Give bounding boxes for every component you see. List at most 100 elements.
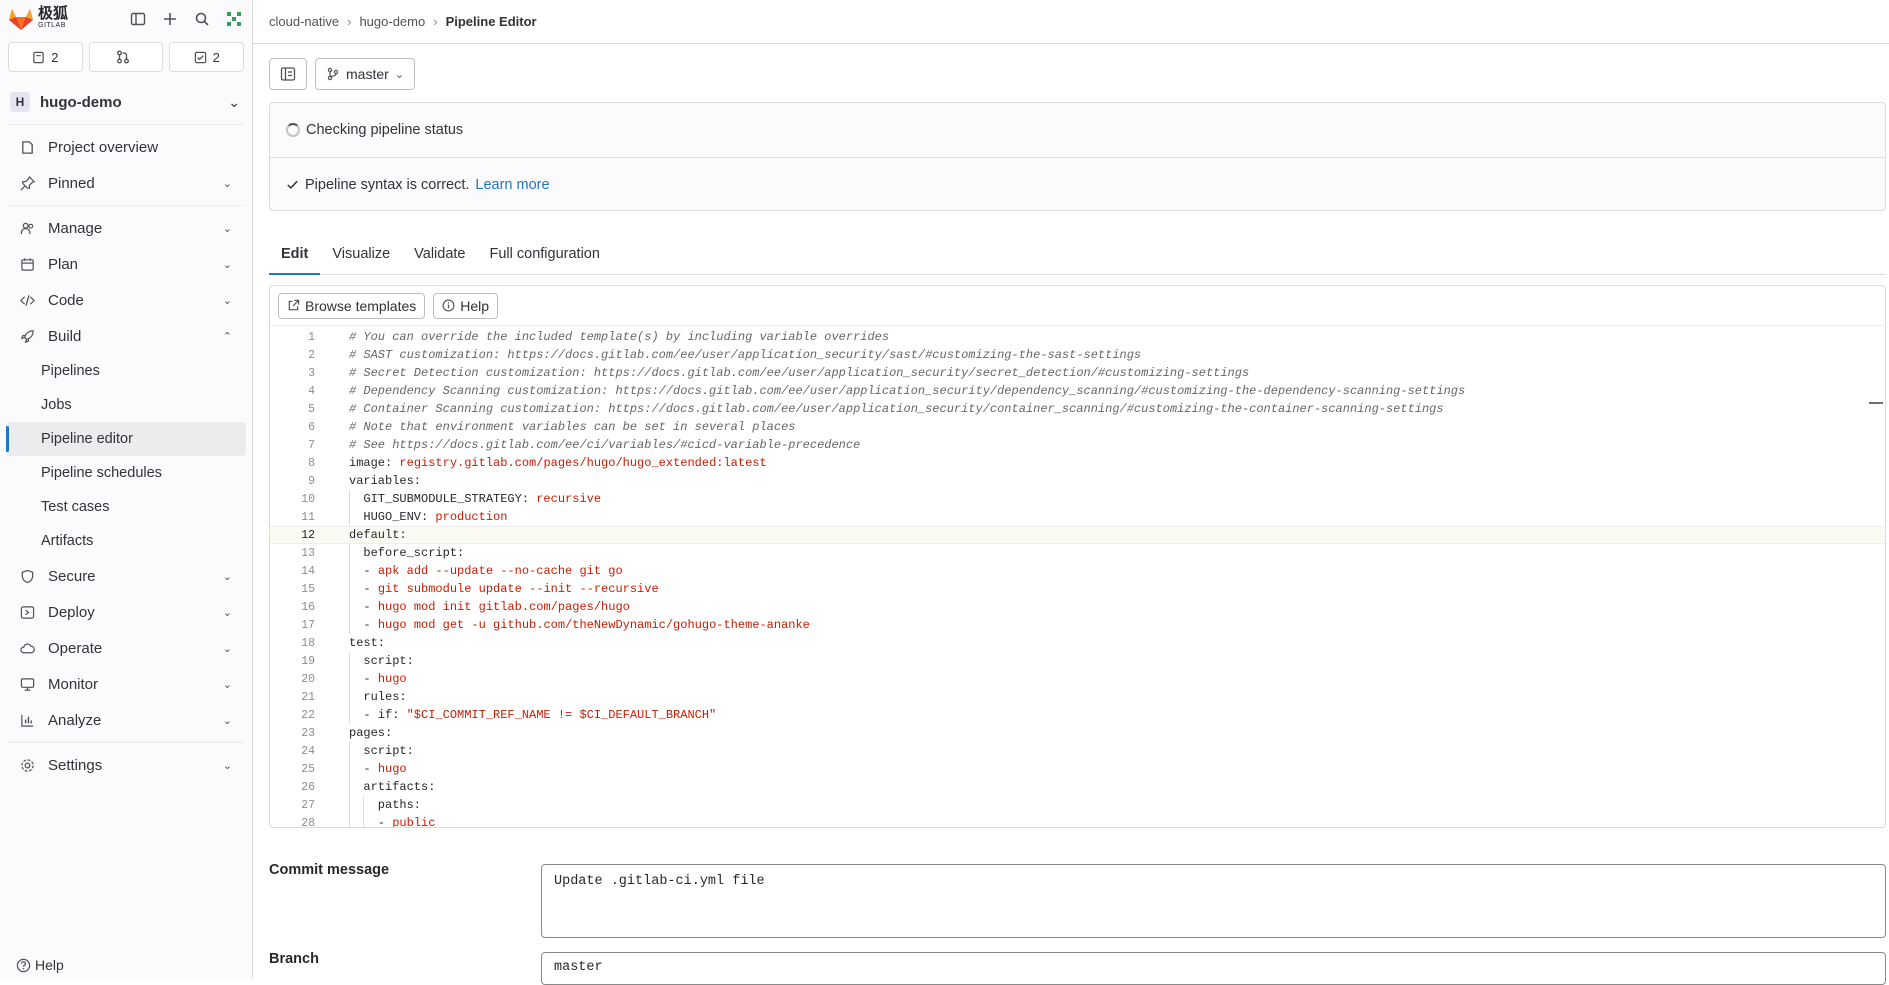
code-text: - hugo [349, 762, 407, 776]
code-line[interactable]: 19 script: [270, 652, 1885, 670]
tab-visualize[interactable]: Visualize [320, 233, 402, 275]
issues-counter[interactable]: 2 [8, 42, 83, 72]
breadcrumb-project[interactable]: hugo-demo [359, 14, 425, 29]
browse-templates-button[interactable]: Browse templates [278, 292, 426, 319]
code-line[interactable]: 22 - if: "$CI_COMMIT_REF_NAME != $CI_DEF… [270, 706, 1885, 724]
sidebar-item-manage[interactable]: Manage ⌄ [6, 210, 246, 246]
brand-logo[interactable]: 极狐 GITLAB [8, 6, 68, 31]
code-line[interactable]: 12 default: [270, 526, 1885, 544]
sidebar-item-analyze[interactable]: Analyze ⌄ [6, 702, 246, 738]
code-line[interactable]: 27 paths: [270, 796, 1885, 814]
project-avatar: H [10, 92, 30, 112]
line-number: 23 [301, 726, 315, 740]
commit-message-input[interactable]: Update .gitlab-ci.yml file [541, 864, 1886, 938]
code-line[interactable]: 28 - public [270, 814, 1885, 827]
sidebar-item-pinned[interactable]: Pinned ⌄ [6, 165, 246, 201]
sidebar-item-pipeline-schedules[interactable]: Pipeline schedules [6, 456, 246, 490]
project-switcher[interactable]: H hugo-demo ⌄ [0, 84, 252, 120]
line-number: 5 [308, 402, 315, 416]
learn-more-link[interactable]: Learn more [475, 177, 549, 193]
sidebar-item-code[interactable]: Code ⌄ [6, 282, 246, 318]
code-line[interactable]: 20 - hugo [270, 670, 1885, 688]
code-line[interactable]: 5 # Container Scanning customization: htt… [270, 400, 1885, 418]
code-line[interactable]: 18 test: [270, 634, 1885, 652]
chart-icon [18, 713, 36, 728]
line-number: 26 [301, 780, 315, 794]
line-number: 27 [301, 798, 315, 812]
sidebar-item-test-cases[interactable]: Test cases [6, 490, 246, 524]
file-tree-button[interactable] [269, 58, 307, 90]
code-line[interactable]: 15 - git submodule update --init --recur… [270, 580, 1885, 598]
code-text: paths: [349, 798, 422, 812]
code-line[interactable]: 2 # SAST customization: https://docs.gitl… [270, 346, 1885, 364]
line-number: 11 [301, 510, 315, 524]
sidebar-item-build[interactable]: Build ⌃ [6, 318, 246, 354]
chevron-down-icon: ⌄ [222, 222, 232, 235]
code-area[interactable]: 1 # You can override the included templat… [270, 328, 1885, 827]
indent-guide [349, 814, 350, 827]
code-line[interactable]: 26 artifacts: [270, 778, 1885, 796]
indent-guide [349, 562, 350, 580]
sidebar-item-project-overview[interactable]: Project overview [6, 129, 246, 165]
code-line[interactable]: 1 # You can override the included templat… [270, 328, 1885, 346]
code-line[interactable]: 7 # See https://docs.gitlab.com/ee/ci/var… [270, 436, 1885, 454]
branch-selector[interactable]: master ⌄ [315, 58, 416, 90]
line-number: 8 [308, 456, 315, 470]
breadcrumb: cloud-native › hugo-demo › Pipeline Edit… [253, 0, 1889, 44]
sidebar-item-plan[interactable]: Plan ⌄ [6, 246, 246, 282]
code-text: image: registry.gitlab.com/pages/hugo/hu… [349, 456, 767, 470]
scrollbar[interactable] [1869, 402, 1883, 404]
plus-icon[interactable] [160, 9, 180, 29]
chevron-down-icon: ⌄ [222, 258, 232, 271]
sidebar-item-operate[interactable]: Operate ⌄ [6, 630, 246, 666]
code-line[interactable]: 14 - apk add --update --no-cache git go [270, 562, 1885, 580]
sidebar-item-artifacts[interactable]: Artifacts [6, 524, 246, 558]
user-avatar-icon[interactable] [224, 9, 244, 29]
breadcrumb-group[interactable]: cloud-native [269, 14, 339, 29]
sidebar-item-secure[interactable]: Secure ⌄ [6, 558, 246, 594]
code-line[interactable]: 24 script: [270, 742, 1885, 760]
branch-input[interactable]: master [541, 952, 1886, 985]
code-line[interactable]: 23 pages: [270, 724, 1885, 742]
code-line[interactable]: 21 rules: [270, 688, 1885, 706]
main-content: cloud-native › hugo-demo › Pipeline Edit… [253, 0, 1889, 985]
file-tree-icon [280, 67, 296, 81]
tab-edit[interactable]: Edit [269, 233, 320, 275]
indent-guide [349, 742, 350, 760]
code-line[interactable]: 13 before_script: [270, 544, 1885, 562]
code-line[interactable]: 11 HUGO_ENV: production [270, 508, 1885, 526]
indent-guide [349, 580, 350, 598]
indent-guide [349, 796, 350, 814]
sidebar-item-pipeline-editor[interactable]: Pipeline editor [6, 422, 246, 456]
code-line[interactable]: 6 # Note that environment variables can b… [270, 418, 1885, 436]
code-line[interactable]: 25 - hugo [270, 760, 1885, 778]
code-line[interactable]: 9 variables: [270, 472, 1885, 490]
chevron-down-icon: ⌄ [222, 759, 232, 772]
help-button[interactable]: Help [433, 292, 499, 319]
help-link[interactable]: Help [16, 957, 64, 973]
indent-guide [349, 616, 350, 634]
breadcrumb-current[interactable]: Pipeline Editor [446, 14, 537, 29]
code-line[interactable]: 3 # Secret Detection customization: https… [270, 364, 1885, 382]
line-number: 9 [308, 474, 315, 488]
sidebar-item-deploy[interactable]: Deploy ⌄ [6, 594, 246, 630]
sidebar-toggle-icon[interactable] [128, 9, 148, 29]
code-line[interactable]: 8 image: registry.gitlab.com/pages/hugo/h… [270, 454, 1885, 472]
sidebar-item-settings[interactable]: Settings ⌄ [6, 747, 246, 783]
line-number: 7 [308, 438, 315, 452]
code-line[interactable]: 16 - hugo mod init gitlab.com/pages/hugo [270, 598, 1885, 616]
todo-icon [194, 51, 206, 63]
tab-validate[interactable]: Validate [402, 233, 477, 275]
merge-requests-counter[interactable] [88, 42, 164, 72]
sidebar-item-monitor[interactable]: Monitor ⌄ [6, 666, 246, 702]
todos-counter[interactable]: 2 [169, 42, 245, 72]
search-icon[interactable] [192, 9, 212, 29]
code-line[interactable]: 4 # Dependency Scanning customization: ht… [270, 382, 1885, 400]
sidebar-item-jobs[interactable]: Jobs [6, 388, 246, 422]
editor-tabs: Edit Visualize Validate Full configurati… [269, 233, 1886, 275]
tab-full-configuration[interactable]: Full configuration [478, 233, 612, 275]
code-line[interactable]: 10 GIT_SUBMODULE_STRATEGY: recursive [270, 490, 1885, 508]
sidebar-item-pipelines[interactable]: Pipelines [6, 354, 246, 388]
code-text: rules: [349, 690, 407, 704]
code-line[interactable]: 17 - hugo mod get -u github.com/theNewDy… [270, 616, 1885, 634]
